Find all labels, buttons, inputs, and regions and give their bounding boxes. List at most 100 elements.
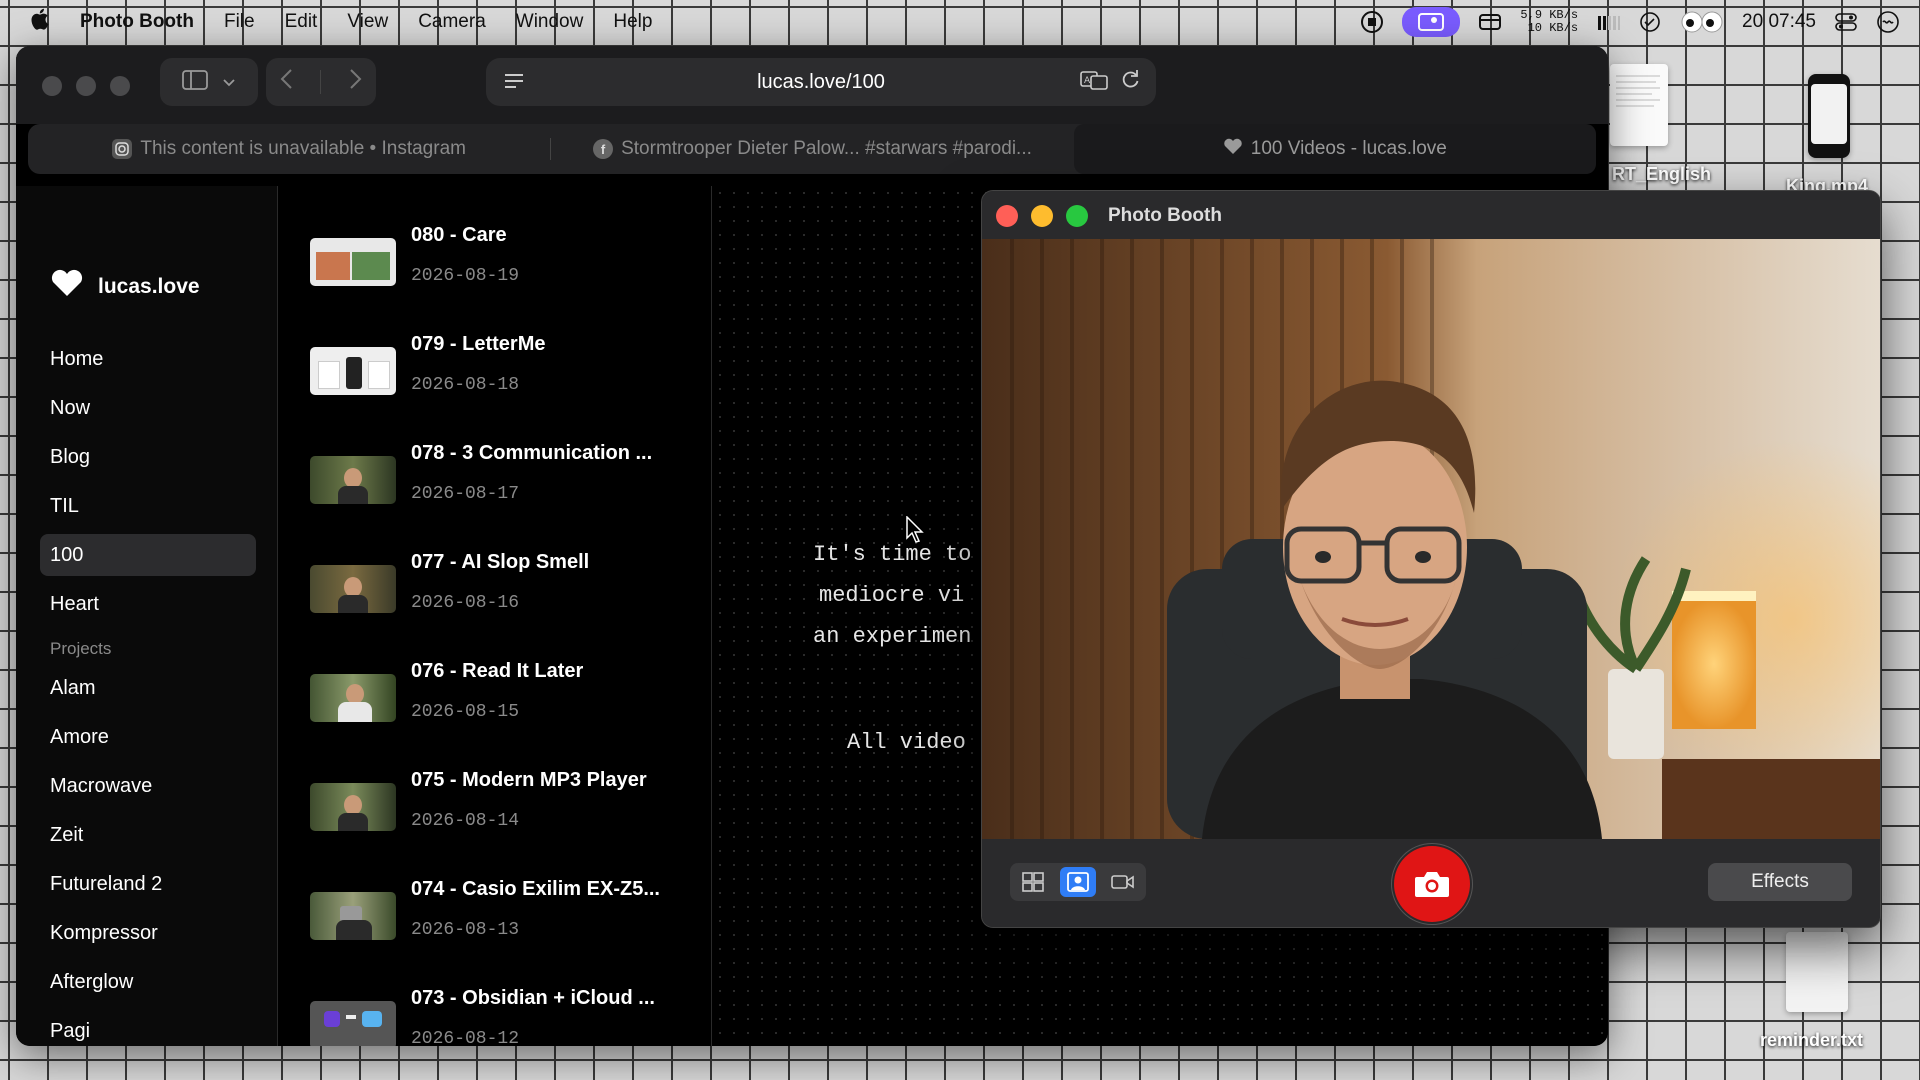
desktop-video-thumbnail[interactable] <box>1808 74 1850 158</box>
minimize-button[interactable] <box>1031 205 1053 227</box>
video-thumbnail <box>310 456 396 504</box>
video-thumbnail <box>310 347 396 395</box>
tab-100-videos[interactable]: 100 Videos - lucas.love <box>1073 124 1596 174</box>
status-area: 5,9 KB/s 10 KB/s 20 07:45 <box>1360 0 1900 44</box>
project-afterglow[interactable]: Afterglow <box>40 961 256 1003</box>
grid-icon <box>1021 872 1044 892</box>
eyes-icon[interactable] <box>1680 10 1724 34</box>
address-bar[interactable]: lucas.love/100 A <box>486 58 1156 106</box>
list-item[interactable]: 079 - LetterMe 2026-08-18 <box>310 325 710 415</box>
menu-help[interactable]: Help <box>613 11 652 33</box>
site-nav-list: Home Now Blog TIL 100 Heart Projects Ala… <box>40 338 256 1046</box>
four-up-mode-button[interactable] <box>1015 867 1051 897</box>
siri-icon[interactable] <box>1876 10 1900 34</box>
list-item[interactable]: 074 - Casio Exilim EX-Z5... 2026-08-13 <box>310 870 710 960</box>
clock[interactable]: 20 07:45 <box>1742 11 1816 33</box>
project-futureland-2[interactable]: Futureland 2 <box>40 863 256 905</box>
url-text[interactable]: lucas.love/100 <box>757 71 885 94</box>
nav-divider <box>320 70 322 94</box>
back-button[interactable] <box>279 67 295 98</box>
camera-icon <box>1415 872 1449 897</box>
svg-text:A: A <box>1084 76 1091 86</box>
menu-bar: Photo Booth File Edit View Camera Window… <box>0 0 1920 44</box>
tab-bar: This content is unavailable • Instagram … <box>28 124 1596 174</box>
project-macrowave[interactable]: Macrowave <box>40 765 256 807</box>
screen-share-icon[interactable] <box>1402 7 1461 37</box>
tab-label: Stormtrooper Dieter Palow... #starwars #… <box>621 138 1032 159</box>
zoom-button[interactable] <box>1066 205 1088 227</box>
video-date: 2026-08-18 <box>411 375 520 395</box>
project-alam[interactable]: Alam <box>40 667 256 709</box>
project-kompressor[interactable]: Kompressor <box>40 912 256 954</box>
translate-icon[interactable]: A <box>1080 70 1108 95</box>
brand-heart-icon <box>50 268 84 306</box>
sidebar-toggle-button[interactable] <box>160 58 258 106</box>
intro-line-4: All video <box>847 730 966 755</box>
menu-app-name[interactable]: Photo Booth <box>80 11 194 33</box>
menu-file[interactable]: File <box>224 11 255 33</box>
tab-facebook[interactable]: f Stormtrooper Dieter Palow... #starwars… <box>551 124 1073 174</box>
facebook-icon: f <box>593 139 614 159</box>
desktop-text-file-thumbnail[interactable] <box>1786 932 1848 1012</box>
site-brand[interactable]: lucas.love <box>50 268 200 306</box>
close-button[interactable] <box>996 205 1018 227</box>
reader-icon[interactable] <box>504 69 524 95</box>
video-date: 2026-08-16 <box>411 593 520 613</box>
window-controls <box>42 76 130 96</box>
control-center-icon[interactable] <box>1834 10 1858 34</box>
project-pagi[interactable]: Pagi <box>40 1010 256 1046</box>
video-thumbnail <box>310 892 396 940</box>
forward-button[interactable] <box>347 67 363 98</box>
single-photo-mode-button[interactable] <box>1059 867 1096 897</box>
apple-icon[interactable] <box>30 8 50 36</box>
project-amore[interactable]: Amore <box>40 716 256 758</box>
tab-label: 100 Videos - lucas.love <box>1250 138 1447 159</box>
nav-now[interactable]: Now <box>40 387 256 429</box>
list-item[interactable]: 075 - Modern MP3 Player 2026-08-14 <box>310 761 710 851</box>
net-down: 10 KB/s <box>1527 21 1579 35</box>
check-circle-icon[interactable] <box>1638 10 1662 34</box>
browser-toolbar: lucas.love/100 A <box>16 46 1608 124</box>
video-date: 2026-08-15 <box>411 702 520 722</box>
minimize-button[interactable] <box>76 76 96 96</box>
camera-feed-image <box>982 239 1880 839</box>
menu-camera[interactable]: Camera <box>418 11 486 33</box>
nav-til[interactable]: TIL <box>40 485 256 527</box>
video-date: 2026-08-12 <box>411 1029 520 1046</box>
video-date: 2026-08-19 <box>411 266 520 286</box>
list-item[interactable]: 080 - Care 2026-08-19 <box>310 216 710 306</box>
nav-heart[interactable]: Heart <box>40 583 256 625</box>
cpu-bars-icon[interactable] <box>1596 10 1621 34</box>
instagram-icon <box>112 139 133 159</box>
wallet-icon[interactable] <box>1478 10 1502 34</box>
list-item[interactable]: 076 - Read It Later 2026-08-15 <box>310 652 710 742</box>
video-date: 2026-08-13 <box>411 920 520 940</box>
zoom-button[interactable] <box>110 76 130 96</box>
navigation-buttons <box>266 58 376 106</box>
menu-edit[interactable]: Edit <box>285 11 318 33</box>
effects-button[interactable]: Effects <box>1708 863 1852 901</box>
video-thumbnail <box>310 565 396 613</box>
desktop-file-thumbnail[interactable] <box>1610 64 1668 146</box>
window-controls <box>996 205 1088 227</box>
close-button[interactable] <box>42 76 62 96</box>
menu-window[interactable]: Window <box>516 11 584 33</box>
nav-100[interactable]: 100 <box>40 534 256 576</box>
list-item[interactable]: 077 - AI Slop Smell 2026-08-16 <box>310 543 710 633</box>
nav-blog[interactable]: Blog <box>40 436 256 478</box>
site-sidebar: lucas.love Home Now Blog TIL 100 Heart P… <box>16 186 278 1046</box>
menu-view[interactable]: View <box>347 11 388 33</box>
video-mode-button[interactable] <box>1105 867 1141 897</box>
list-item[interactable]: 078 - 3 Communication ... 2026-08-17 <box>310 434 710 524</box>
network-speed: 5,9 KB/s 10 KB/s <box>1520 9 1578 35</box>
list-item[interactable]: 073 - Obsidian + iCloud ... 2026-08-12 <box>310 979 710 1046</box>
reload-icon[interactable] <box>1120 69 1140 95</box>
desktop-file-label[interactable]: RT_English <box>1612 164 1711 185</box>
nav-home[interactable]: Home <box>40 338 256 380</box>
desktop-text-file-label[interactable]: reminder.txt <box>1760 1030 1863 1051</box>
record-icon[interactable] <box>1360 10 1384 34</box>
project-zeit[interactable]: Zeit <box>40 814 256 856</box>
take-photo-button[interactable] <box>1394 846 1470 922</box>
sidebar-icon <box>182 69 208 95</box>
tab-instagram[interactable]: This content is unavailable • Instagram <box>28 124 550 174</box>
